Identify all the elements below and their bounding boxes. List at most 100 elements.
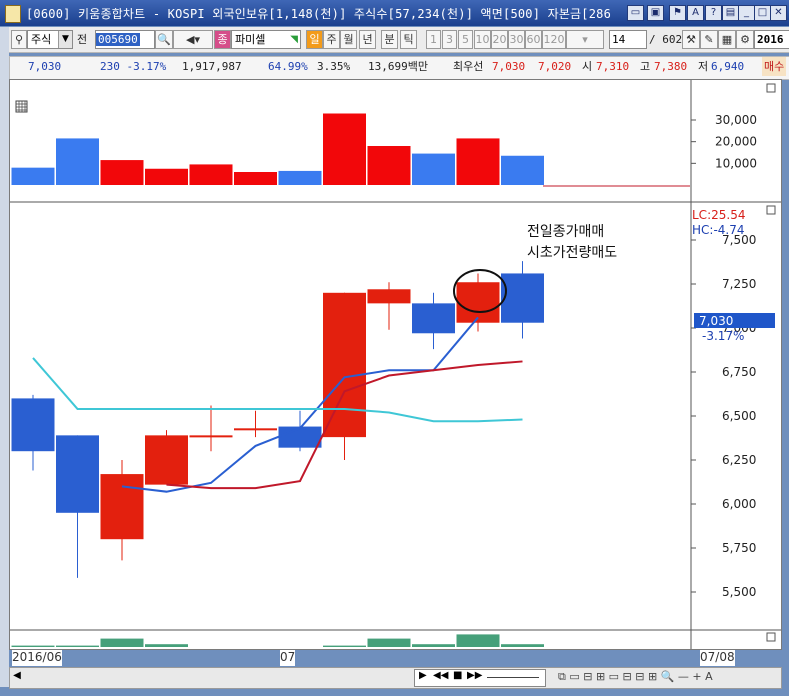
- sub-bar: [501, 644, 544, 647]
- best-bid: 7,020: [538, 60, 572, 73]
- candle-body: [367, 289, 411, 304]
- high-value: 7,380: [654, 60, 688, 73]
- volume-bar: [11, 167, 55, 185]
- zoom-tools[interactable]: ⧉ ▭ ⊟ ⊞ ▭ ⊟ ⊟ ⊞ 🔍 — + A: [558, 670, 713, 684]
- candle-body: [278, 426, 322, 448]
- quote-change: 230 -3.17%: [100, 60, 167, 73]
- date-left: 2016/06: [12, 650, 62, 666]
- triangle-icon: ◥: [290, 34, 298, 45]
- extra-icon[interactable]: ▤: [722, 5, 739, 21]
- candle-body: [56, 435, 99, 513]
- candle-body: [456, 282, 500, 323]
- badge-icon: 종: [214, 30, 231, 49]
- interval-3[interactable]: 3: [442, 30, 457, 49]
- quote-price: 7,030: [28, 60, 62, 73]
- interval-120[interactable]: 120: [542, 30, 566, 49]
- tab-week[interactable]: 주: [323, 30, 340, 49]
- window-title: [0600] 키움종합차트 - KOSPI 외국인보유[1,148(천)] 주식…: [26, 7, 611, 21]
- price-tick-label: 6,750: [722, 365, 756, 379]
- pin-icon[interactable]: ⚲: [11, 30, 27, 49]
- help-icon[interactable]: ?: [705, 5, 722, 21]
- date-field[interactable]: 2016: [754, 30, 789, 49]
- volume-bar: [367, 146, 411, 185]
- interval-5[interactable]: 5: [458, 30, 473, 49]
- volume-bar: [145, 168, 188, 185]
- tab-day[interactable]: 일: [306, 30, 323, 49]
- volume-bar: [412, 153, 455, 185]
- hc-label: HC:-4.74: [692, 223, 745, 237]
- left-strip: [0, 27, 9, 687]
- interval-dropdown[interactable]: ▾: [566, 30, 604, 49]
- price-tick-label: 5,750: [722, 541, 756, 555]
- tool-icon[interactable]: ⚒: [682, 30, 700, 49]
- chevron-down-icon: ▼: [58, 31, 72, 48]
- price-tick-label: 6,500: [722, 409, 756, 423]
- minimize-button[interactable]: _: [738, 5, 755, 21]
- stock-code-value: 005690: [96, 33, 140, 46]
- annotation-line1: 전일종가매매: [527, 224, 604, 240]
- play-icon[interactable]: ▶: [419, 670, 427, 681]
- annotation-line2: 시초가전량매도: [527, 245, 617, 261]
- date-field-value: 2016: [757, 33, 784, 46]
- stop-icon[interactable]: ■: [453, 670, 462, 681]
- chart-scrollbar[interactable]: ◀ ▶ ◀◀ ■ ▶▶ ⧉ ▭ ⊟ ⊞ ▭ ⊟ ⊟ ⊞ 🔍 — + A: [9, 667, 782, 689]
- pane-close-icon[interactable]: [766, 205, 776, 215]
- interval-10[interactable]: 10: [474, 30, 491, 49]
- pane-close-icon[interactable]: [766, 83, 776, 93]
- grid-icon[interactable]: ▦: [718, 30, 736, 49]
- count-input[interactable]: 14: [609, 30, 647, 49]
- date-mid: 07: [280, 650, 296, 666]
- volume-tick-label: 10,000: [715, 156, 757, 170]
- high-label: 고: [640, 60, 651, 73]
- lc-label: LC:25.54: [692, 208, 745, 222]
- link-icon[interactable]: ▭: [627, 5, 644, 21]
- volume-bar: [234, 172, 277, 185]
- volume-bar: [189, 164, 233, 185]
- gear-icon[interactable]: ⚙: [736, 30, 754, 49]
- market-type-select[interactable]: 주식 ▼: [27, 30, 73, 49]
- tab-year[interactable]: 년: [359, 30, 376, 49]
- scroll-left-icon[interactable]: ◀: [10, 670, 24, 684]
- sub-bar: [56, 645, 99, 647]
- maximize-button[interactable]: □: [754, 5, 771, 21]
- speaker-icon[interactable]: ◀▾: [173, 30, 213, 49]
- interval-60[interactable]: 60: [525, 30, 542, 49]
- sub-bar: [145, 644, 188, 647]
- candle-body: [501, 273, 544, 323]
- stock-name-field[interactable]: 파미셀 ◥: [231, 30, 301, 49]
- stock-code-input[interactable]: 005690: [95, 30, 155, 49]
- sub-bar: [100, 638, 144, 647]
- prev-label: 전: [77, 33, 88, 46]
- slider-track[interactable]: [487, 677, 539, 678]
- volume-tick-label: 20,000: [715, 135, 757, 149]
- sub-bar: [412, 644, 455, 647]
- forward-icon[interactable]: ▶▶: [467, 670, 482, 681]
- interval-30[interactable]: 30: [508, 30, 525, 49]
- line-icon[interactable]: ✎: [700, 30, 718, 49]
- chart-svg[interactable]: 7,5007,2507,0006,7506,5006,2506,0005,750…: [10, 80, 781, 649]
- open-label: 시: [582, 60, 593, 73]
- quote-turnover: 3.35%: [317, 60, 351, 73]
- volume-bar: [278, 170, 322, 185]
- volume-tick-label: 30,000: [715, 113, 757, 127]
- rewind-icon[interactable]: ◀◀: [433, 670, 448, 681]
- best-label: 최우선: [453, 60, 484, 73]
- interval-20[interactable]: 20: [491, 30, 508, 49]
- pane-close-icon[interactable]: [766, 632, 776, 642]
- tab-tick[interactable]: 틱: [400, 30, 417, 49]
- search-icon[interactable]: 🔍: [155, 30, 173, 49]
- font-icon[interactable]: A: [687, 5, 704, 21]
- interval-1[interactable]: 1: [426, 30, 441, 49]
- candle-body: [234, 428, 277, 431]
- market-type-label: 주식: [31, 33, 52, 46]
- window-icon[interactable]: ▣: [647, 5, 664, 21]
- tab-month[interactable]: 월: [340, 30, 357, 49]
- flag-icon[interactable]: ⚑: [669, 5, 686, 21]
- close-button[interactable]: ✕: [770, 5, 787, 21]
- tab-minute[interactable]: 분: [381, 30, 398, 49]
- price-tick-label: 6,000: [722, 497, 756, 511]
- quote-ratio: 64.99%: [268, 60, 308, 73]
- grid-toggle-icon[interactable]: [15, 100, 28, 113]
- buy-button[interactable]: 매수: [762, 57, 787, 76]
- main-toolbar: ⚲ 주식 ▼ 전 005690 🔍 ◀▾ 종 파미셀 ◥ 일 주 월 년 분 틱…: [9, 27, 789, 53]
